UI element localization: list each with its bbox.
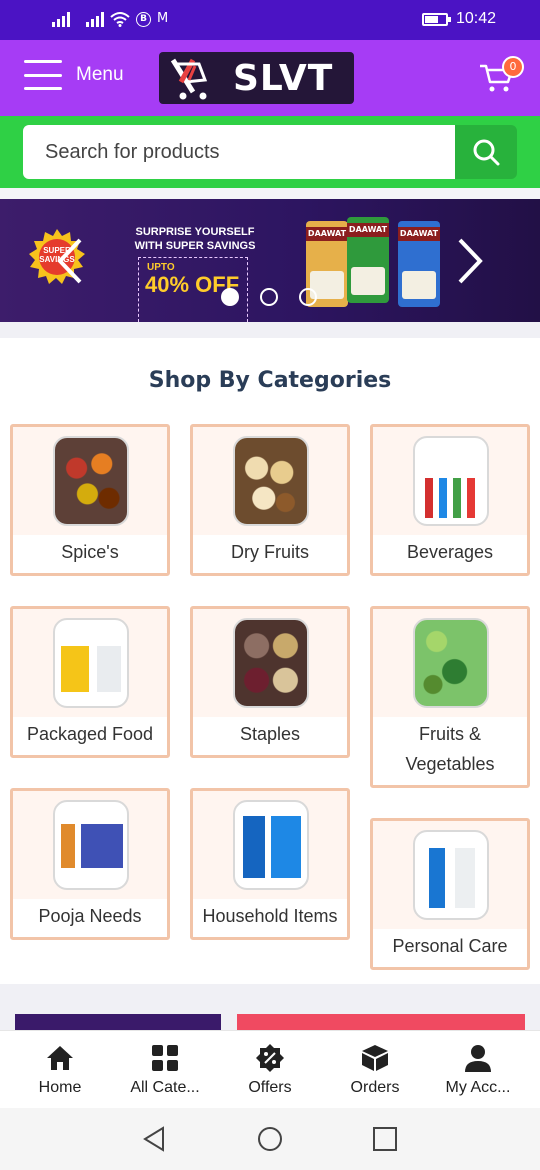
menu-label: Menu [76,64,124,85]
battery-icon [421,12,451,26]
user-icon [465,1045,491,1072]
carousel-dot-2[interactable] [260,288,278,306]
pooja-needs-image [53,800,129,890]
banner-headline: SURPRISE YOURSELF WITH SUPER SAVINGS [134,226,256,252]
category-card-pooja-needs[interactable]: Pooja Needs [10,788,170,940]
home-icon [47,1046,73,1070]
categories-title: Shop By Categories [148,368,392,393]
nav-label: Offers [248,1079,292,1096]
household-items-image [233,800,309,890]
category-label: Household Items [202,906,338,926]
fruits-vegetables-image [413,618,489,708]
category-label: Personal Care [392,936,508,956]
rice-bag-image: DAAWAT [398,221,440,307]
category-label: Dry Fruits [231,542,309,562]
nav-label: All Cate... [130,1079,200,1096]
category-label: Spice's [61,542,119,562]
nav-label: Home [38,1079,82,1096]
category-card-fruits-vegetables[interactable]: Fruits & Vegetables [370,606,530,788]
promo-card[interactable] [237,1014,525,1030]
carousel-dot-1[interactable] [221,288,239,306]
signal-icon [52,11,70,27]
carousel-dot-3[interactable] [299,288,317,306]
system-navigation-bar [0,1108,540,1170]
search-icon [473,139,500,166]
beverages-image [413,436,489,526]
search-input[interactable] [23,125,455,179]
nav-offers[interactable]: Offers [216,1031,324,1109]
dry-fruits-image [233,436,309,526]
bluetooth-b-icon: B [136,12,151,27]
personal-care-image [413,830,489,920]
category-card-household-items[interactable]: Household Items [190,788,350,940]
back-triangle-icon[interactable] [141,1126,167,1152]
nav-label: My Acc... [445,1079,511,1096]
spices-image [53,436,129,526]
home-circle-icon[interactable] [257,1126,283,1152]
category-card-spices[interactable]: Spice's [10,424,170,576]
status-time: 10:42 [455,10,496,27]
search-divider [0,188,540,199]
category-card-personal-care[interactable]: Personal Care [370,818,530,970]
staples-image [233,618,309,708]
category-label: Packaged Food [26,724,154,744]
nav-label: Orders [350,1079,400,1096]
promo-card[interactable] [15,1014,221,1030]
nav-home[interactable]: Home [6,1031,114,1109]
category-card-staples[interactable]: Staples [190,606,350,758]
gmail-m-icon: M [157,11,169,26]
app-logo[interactable]: SLVT [159,52,354,104]
wifi-icon [110,12,130,27]
nav-all-categories[interactable]: All Cate... [111,1031,219,1109]
app-header: Menu SLVT [0,40,540,116]
category-label: Staples [239,724,301,744]
nav-orders[interactable]: Orders [321,1031,429,1109]
carousel-prev-arrow[interactable] [54,236,84,286]
status-bar: B M 10:42 [0,0,540,40]
category-card-packaged-food[interactable]: Packaged Food [10,606,170,758]
carousel-next-arrow[interactable] [456,236,486,286]
search-button[interactable] [455,125,517,179]
recents-square-icon[interactable] [372,1126,398,1152]
grid-icon [152,1045,178,1071]
status-icons-left: B M [52,11,168,27]
category-label: Fruits & Vegetables [405,724,495,774]
bottom-navigation: Home All Cate... Offers Orders My Acc... [0,1030,540,1108]
shopping-cart-logo-icon [170,58,208,100]
category-card-beverages[interactable]: Beverages [370,424,530,576]
search-bar [0,116,540,188]
percent-badge-icon [256,1044,284,1072]
cart-count-badge: 0 [502,56,524,78]
category-label: Beverages [406,542,494,562]
nav-my-account[interactable]: My Acc... [424,1031,532,1109]
section-divider [0,322,540,338]
category-label: Pooja Needs [38,906,142,926]
logo-text: SLVT [233,57,334,99]
signal-icon [86,11,104,27]
packaged-food-image [53,618,129,708]
menu-button[interactable]: Menu [24,60,124,90]
rice-bag-image: DAAWAT [347,217,389,303]
category-card-dry-fruits[interactable]: Dry Fruits [190,424,350,576]
box-icon [362,1045,388,1071]
hamburger-icon [24,60,62,90]
